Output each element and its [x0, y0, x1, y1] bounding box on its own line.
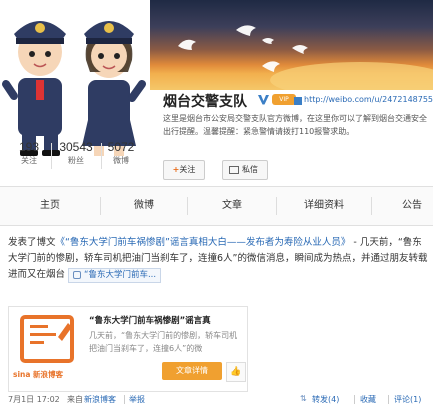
tab-profile-details[interactable]: 详细资料: [277, 187, 371, 225]
mail-icon: [229, 165, 239, 174]
stat-posts[interactable]: 5072 微博: [104, 140, 138, 166]
follow-button-label: 关注: [179, 165, 196, 174]
link-icon: [73, 270, 82, 279]
profile-url-link[interactable]: http://weibo.com/u/2472148755: [304, 95, 433, 104]
stat-followers-count: 30543: [59, 140, 93, 154]
post-prefix: 发表了博文: [8, 237, 56, 248]
repost-link[interactable]: 转发(4): [312, 394, 339, 405]
verified-v-icon: [258, 95, 269, 105]
home-link-icon: [294, 97, 302, 105]
tab-announcements[interactable]: 公告: [372, 187, 433, 225]
post-link-chip-text: “鲁东大学门前车...: [84, 270, 157, 280]
comment-link[interactable]: 评论(1): [394, 394, 421, 405]
article-card-title[interactable]: “鲁东大学门前车祸惨剧”谣言真: [89, 314, 211, 326]
tab-articles[interactable]: 文章: [188, 187, 276, 225]
stat-following-count: 193: [18, 140, 40, 154]
footer-divider: [388, 395, 389, 404]
tab-weibo[interactable]: 微博: [101, 187, 187, 225]
stat-following[interactable]: 193 关注: [12, 140, 46, 166]
post-text: 发表了博文《“鲁东大学门前车祸惨剧”谣言真相大白——发布者为寿险从业人员》 - …: [8, 235, 428, 283]
profile-cover-image: [150, 0, 433, 90]
post-date[interactable]: 7月1日 17:02: [8, 394, 60, 405]
sina-blog-brand: sina 新浪博客: [13, 370, 64, 379]
post-link-chip[interactable]: “鲁东大学门前车...: [68, 268, 162, 283]
post-source-prefix: 来自: [67, 395, 83, 404]
footer-divider: [124, 395, 125, 404]
follow-button[interactable]: +关注: [163, 160, 205, 180]
sunset-doves-image: [178, 25, 433, 90]
profile-name: 烟台交警支队: [163, 94, 247, 110]
thumbs-up-icon[interactable]: 👍: [226, 362, 246, 382]
stat-followers[interactable]: 30543 粉丝: [54, 140, 98, 166]
officer-right-figure: [82, 21, 146, 156]
vip-badge-icon: VIP: [272, 94, 296, 105]
post-source-link[interactable]: 新浪博客: [84, 394, 116, 405]
footer-divider: [354, 395, 355, 404]
article-card[interactable]: sina 新浪博客 “鲁东大学门前车祸惨剧”谣言真 几天前，“鲁东大学门前的惨剧…: [8, 306, 248, 392]
post-footer: 7月1日 17:02 来自 新浪博客 举报 ⇅ 转发(4) 收藏 评论(1): [0, 394, 433, 408]
stat-posts-count: 5072: [107, 140, 135, 154]
post-title-link[interactable]: 《“鲁东大学门前车祸惨剧”谣言真相大白——发布者为寿险从业人员》: [56, 237, 351, 248]
stat-followers-label: 粉丝: [68, 156, 84, 165]
stat-posts-label: 微博: [113, 156, 129, 165]
tab-home[interactable]: 主页: [0, 187, 100, 225]
profile-intro: 这里是烟台市公安局交警支队官方微博，在这里你可以了解到烟台交通安全出行提醒。温馨…: [163, 114, 427, 136]
stat-divider: [51, 143, 52, 169]
favorite-link[interactable]: 收藏: [360, 394, 376, 405]
message-button[interactable]: 私信: [222, 160, 268, 180]
officer-left-figure: [2, 21, 66, 156]
article-card-description: 几天前，“鲁东大学门前的惨剧，轿车司机把油门当刹车了，连撞6人”的微: [89, 331, 238, 353]
repost-icon: ⇅: [300, 394, 307, 403]
message-button-label: 私信: [242, 165, 258, 174]
stat-following-label: 关注: [21, 156, 37, 165]
stat-divider: [101, 143, 102, 169]
report-link[interactable]: 举报: [129, 394, 145, 405]
article-details-button[interactable]: 文章详情: [162, 362, 222, 380]
profile-tab-bar: 主页 微博 文章 详细资料 公告: [0, 186, 433, 226]
